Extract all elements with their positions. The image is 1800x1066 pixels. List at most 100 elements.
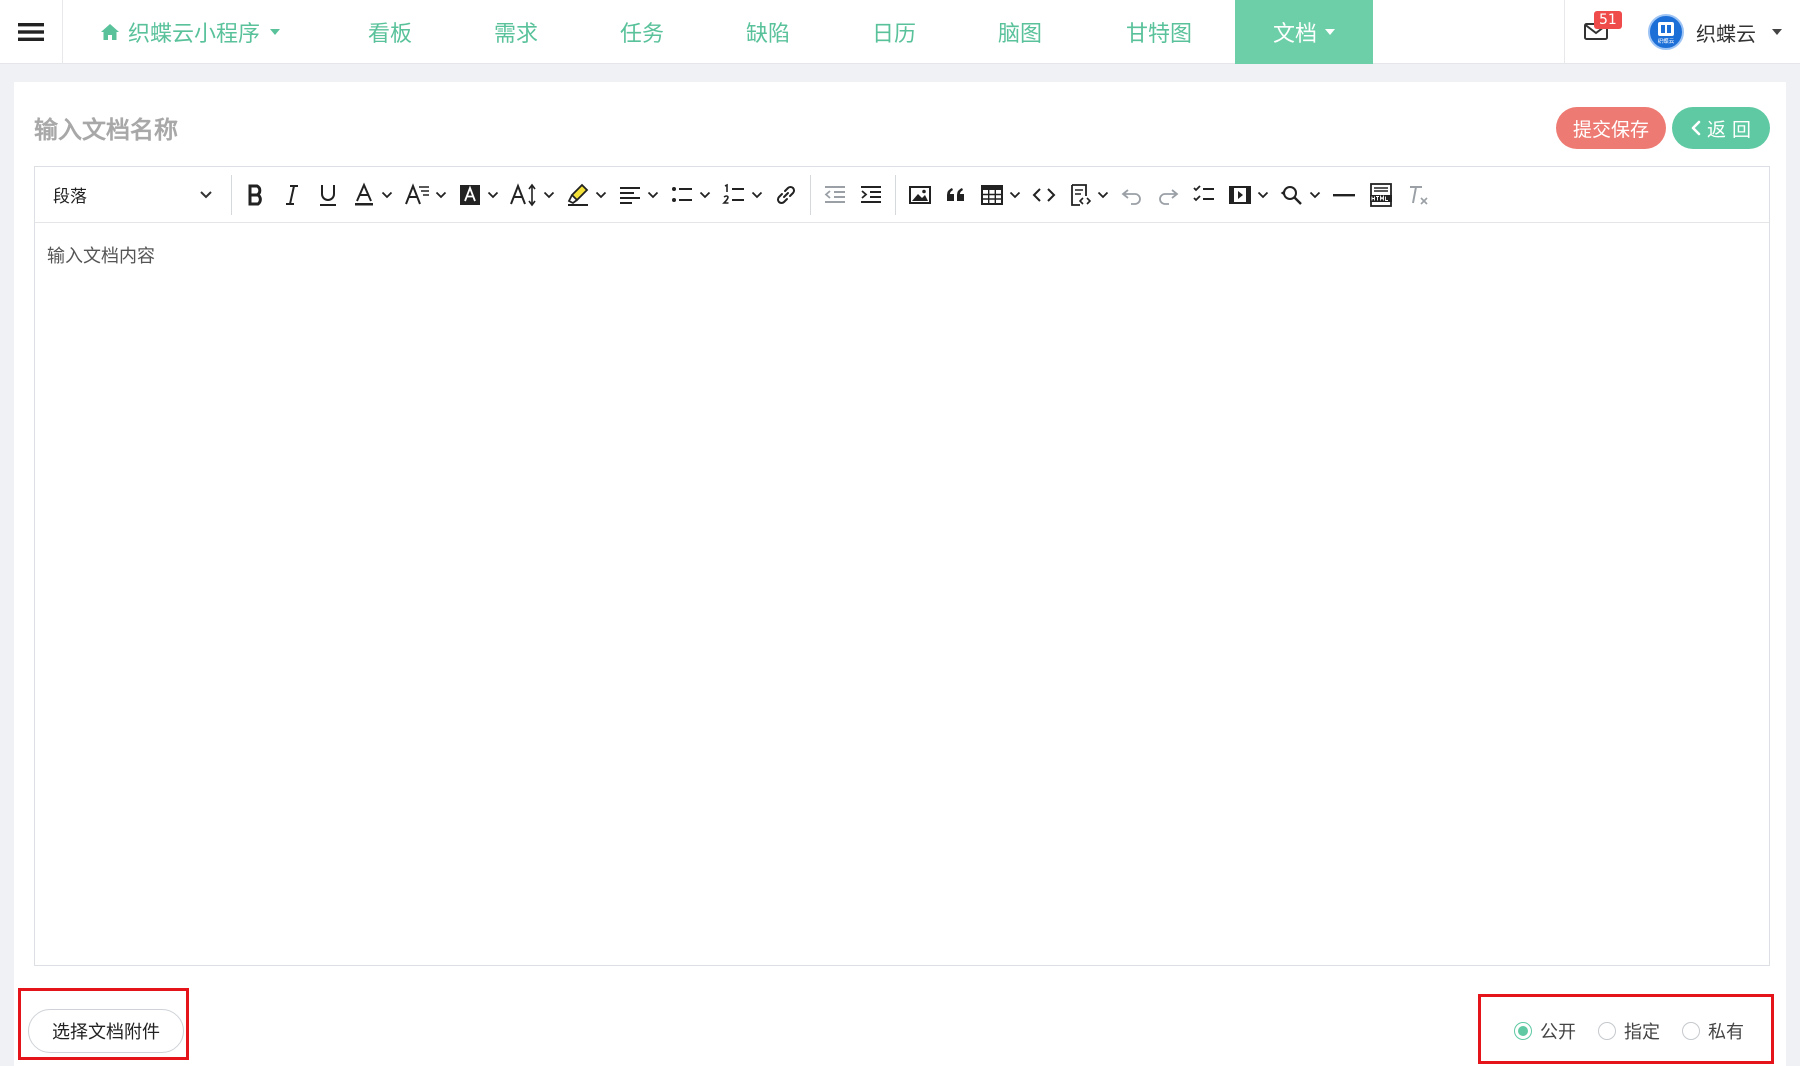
indent-icon bbox=[861, 185, 881, 203]
clear-format-icon bbox=[1410, 185, 1428, 205]
tab-calendar[interactable]: 日历 bbox=[846, 0, 942, 64]
editor-content-area[interactable]: 输入文档内容 bbox=[35, 224, 1769, 965]
font-family-icon bbox=[405, 182, 429, 204]
quote-icon bbox=[947, 187, 964, 201]
visibility-radio-group: 公开 指定 私有 bbox=[1514, 1018, 1766, 1044]
link-button[interactable] bbox=[768, 175, 804, 215]
tab-mindmap[interactable]: 脑图 bbox=[972, 0, 1068, 64]
outdent-button[interactable] bbox=[817, 175, 853, 215]
image-icon bbox=[909, 185, 931, 204]
visibility-specified-radio[interactable]: 指定 bbox=[1598, 1018, 1660, 1044]
tab-requirements[interactable]: 需求 bbox=[468, 0, 564, 64]
submit-save-button[interactable]: 提交保存 bbox=[1556, 107, 1666, 149]
tab-docs[interactable]: 文档 bbox=[1235, 0, 1373, 64]
numbered-list-button[interactable] bbox=[716, 175, 768, 215]
horizontal-rule-button[interactable] bbox=[1326, 175, 1362, 215]
chevron-left-icon bbox=[1691, 120, 1701, 136]
tab-label: 日历 bbox=[871, 22, 916, 47]
bulleted-list-icon bbox=[672, 186, 692, 202]
tab-label: 任务 bbox=[619, 22, 664, 47]
heading-value: 段落 bbox=[53, 187, 87, 207]
undo-icon bbox=[1121, 188, 1141, 205]
chevron-down-icon bbox=[1257, 191, 1269, 198]
radio-label: 私有 bbox=[1708, 1022, 1744, 1043]
link-icon bbox=[776, 185, 796, 204]
bold-icon bbox=[248, 184, 262, 205]
select-attachment-button[interactable]: 选择文档附件 bbox=[28, 1009, 184, 1053]
italic-button[interactable] bbox=[274, 175, 310, 215]
search-replace-icon bbox=[1280, 185, 1302, 205]
align-button[interactable] bbox=[612, 175, 664, 215]
app-logo-icon: 织蝶云 bbox=[1658, 22, 1675, 45]
video-icon bbox=[1229, 185, 1251, 204]
remove-format-button[interactable] bbox=[1400, 175, 1436, 215]
visibility-private-radio[interactable]: 私有 bbox=[1682, 1018, 1744, 1044]
find-replace-button[interactable] bbox=[1274, 175, 1326, 215]
heading-select[interactable]: 段落 bbox=[41, 173, 225, 217]
underline-button[interactable] bbox=[310, 175, 346, 215]
home-icon bbox=[101, 24, 119, 40]
redo-icon bbox=[1159, 188, 1179, 205]
chevron-down-icon bbox=[699, 191, 711, 198]
toolbar-separator bbox=[231, 174, 232, 215]
back-button[interactable]: 返 回 bbox=[1672, 107, 1770, 149]
menu-toggle-button[interactable] bbox=[0, 0, 63, 64]
user-name: 织蝶云 bbox=[1696, 21, 1756, 46]
chevron-down-icon bbox=[381, 191, 393, 198]
radio-label: 公开 bbox=[1540, 1022, 1576, 1043]
chevron-down-icon bbox=[435, 191, 447, 198]
highlight-button[interactable] bbox=[560, 175, 612, 215]
todo-list-button[interactable] bbox=[1186, 175, 1222, 215]
doc-editor-card: 提交保存 返 回 段落 bbox=[14, 82, 1786, 1066]
outdent-icon bbox=[824, 185, 845, 203]
doc-title-input[interactable] bbox=[34, 110, 1234, 150]
chevron-down-icon bbox=[487, 191, 499, 198]
chevron-down-icon bbox=[1309, 191, 1321, 198]
tab-gantt[interactable]: 甘特图 bbox=[1106, 0, 1212, 64]
align-left-icon bbox=[620, 186, 640, 204]
font-color-button[interactable] bbox=[346, 175, 398, 215]
code-block-button[interactable] bbox=[1062, 175, 1114, 215]
code-icon bbox=[1032, 187, 1056, 202]
tab-label: 看板 bbox=[367, 22, 412, 47]
bold-button[interactable] bbox=[238, 175, 274, 215]
tab-defects[interactable]: 缺陷 bbox=[720, 0, 816, 64]
insert-image-button[interactable] bbox=[902, 175, 938, 215]
html-embed-button[interactable] bbox=[1362, 175, 1400, 215]
radio-dot bbox=[1682, 1022, 1700, 1040]
insert-table-button[interactable] bbox=[974, 175, 1026, 215]
user-menu[interactable]: 织蝶云 织蝶云 bbox=[1648, 10, 1782, 54]
redo-button[interactable] bbox=[1150, 175, 1186, 215]
font-family-button[interactable] bbox=[398, 175, 452, 215]
italic-icon bbox=[286, 184, 298, 205]
code-block-icon bbox=[1071, 183, 1092, 206]
indent-button[interactable] bbox=[853, 175, 889, 215]
blockquote-button[interactable] bbox=[938, 175, 974, 215]
font-size-button[interactable] bbox=[504, 175, 560, 215]
tab-label: 缺陷 bbox=[745, 22, 790, 47]
chevron-down-icon bbox=[1772, 29, 1782, 35]
rich-text-editor: 段落 输入文档内容 bbox=[34, 166, 1770, 966]
content-placeholder: 输入文档内容 bbox=[47, 246, 155, 267]
underline-icon bbox=[320, 184, 336, 206]
nav-divider bbox=[1564, 0, 1565, 64]
tab-label: 文档 bbox=[1272, 22, 1317, 47]
avatar: 织蝶云 bbox=[1648, 14, 1684, 50]
background-color-button[interactable] bbox=[452, 175, 504, 215]
svg-text:织蝶云: 织蝶云 bbox=[1658, 37, 1675, 45]
undo-button[interactable] bbox=[1114, 175, 1150, 215]
visibility-public-radio[interactable]: 公开 bbox=[1514, 1018, 1576, 1044]
tab-kanban[interactable]: 看板 bbox=[342, 0, 438, 64]
inline-code-button[interactable] bbox=[1026, 175, 1062, 215]
bulleted-list-button[interactable] bbox=[664, 175, 716, 215]
table-icon bbox=[981, 184, 1003, 205]
html-icon bbox=[1370, 182, 1392, 207]
insert-media-button[interactable] bbox=[1222, 175, 1274, 215]
tab-tasks[interactable]: 任务 bbox=[594, 0, 690, 64]
project-switcher[interactable]: 织蝶云小程序 bbox=[100, 0, 281, 64]
background-color-icon bbox=[460, 184, 480, 205]
font-color-icon bbox=[355, 182, 373, 205]
numbered-list-icon bbox=[722, 183, 744, 204]
chevron-down-icon bbox=[647, 191, 659, 198]
radio-dot bbox=[1514, 1022, 1532, 1040]
